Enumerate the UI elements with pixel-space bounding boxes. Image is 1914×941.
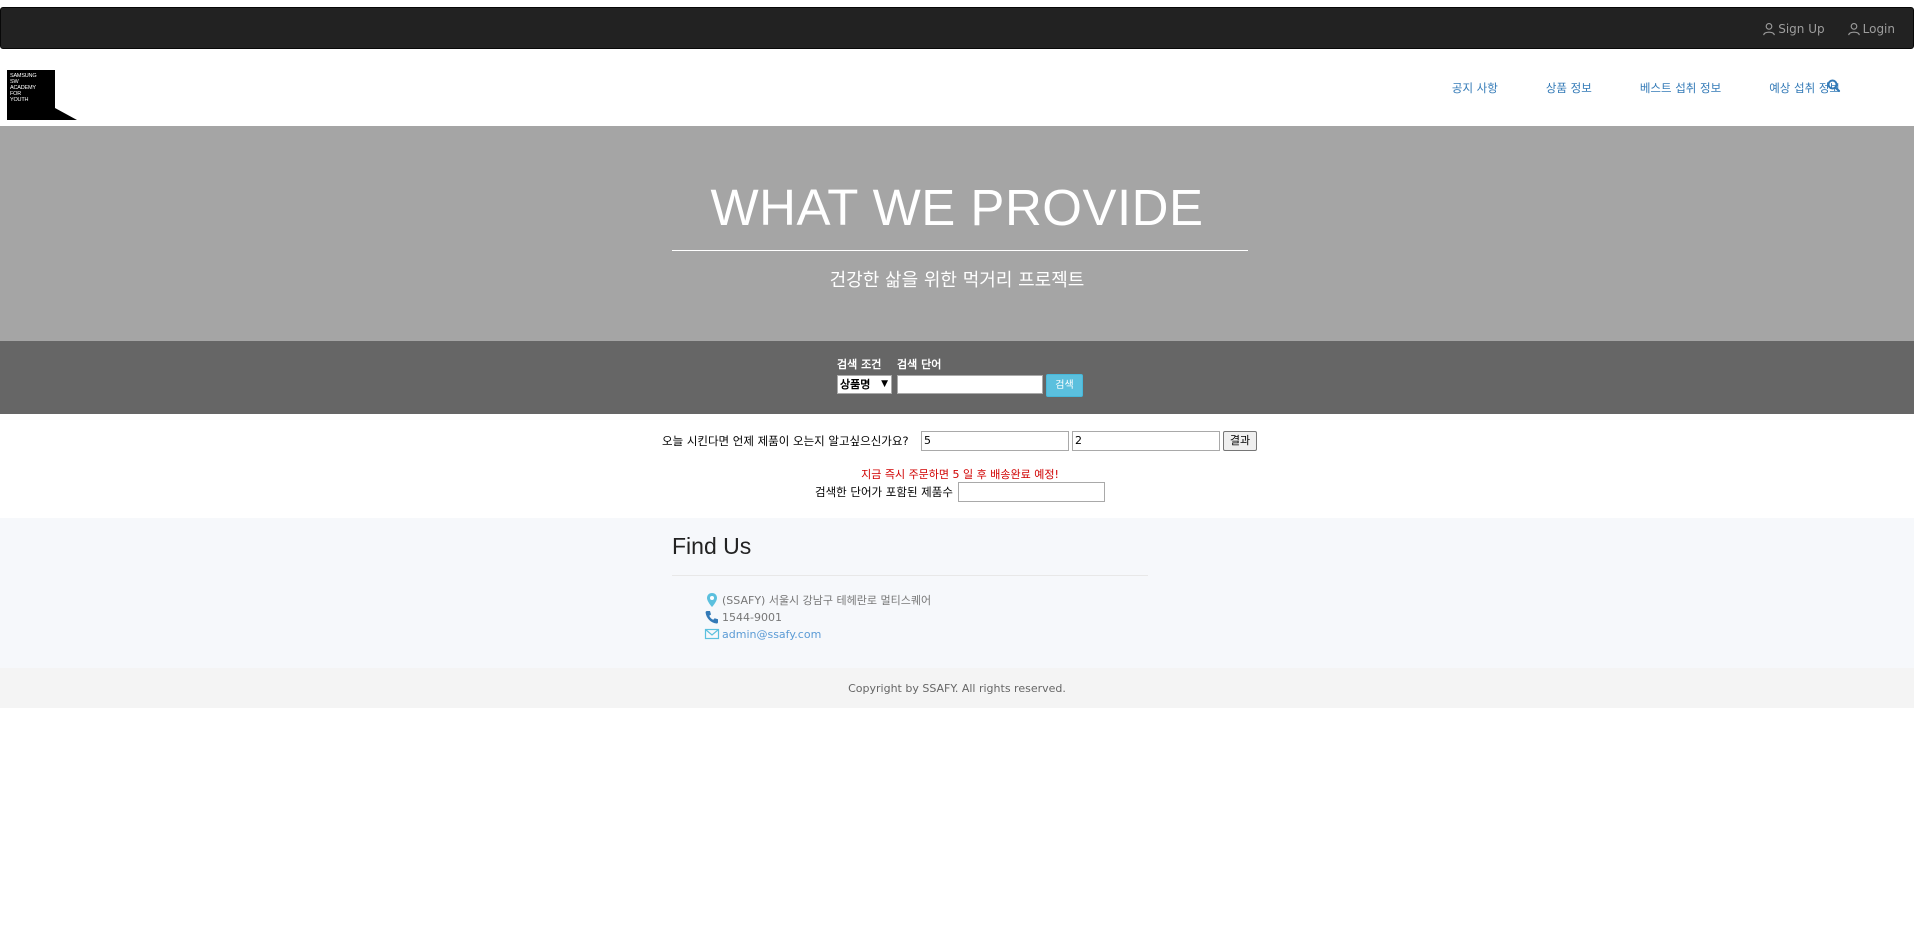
envelope-icon bbox=[704, 628, 720, 640]
main-navbar: SAMSUNG SW ACADEMY FOR YOUTH 공지 사항 상품 정보… bbox=[0, 50, 1914, 126]
nav-item-product-info[interactable]: 상품 정보 bbox=[1546, 80, 1592, 96]
phone-row: 1544-9001 bbox=[704, 609, 782, 625]
hero-divider bbox=[672, 250, 1248, 251]
login-label: Login bbox=[1862, 22, 1895, 36]
phone-text: 1544-9001 bbox=[722, 610, 782, 624]
user-icon bbox=[1847, 23, 1860, 36]
search-button[interactable]: 검색 bbox=[1046, 374, 1083, 397]
product-count-label: 검색한 단어가 포함된 제품수 bbox=[815, 485, 953, 499]
dropdown-arrow-icon: ▼ bbox=[881, 379, 888, 389]
result-button[interactable]: 결과 bbox=[1223, 431, 1257, 451]
product-count-field[interactable] bbox=[958, 482, 1105, 502]
hero-section: WHAT WE PROVIDE 건강한 삶을 위한 먹거리 프로젝트 bbox=[0, 126, 1914, 341]
login-link[interactable]: Login bbox=[1847, 22, 1895, 36]
top-links: Sign Up Login bbox=[1762, 8, 1895, 50]
delivery-question: 오늘 시킨다면 언제 제품이 오는지 알고싶으신가요? bbox=[662, 434, 909, 448]
address-text: (SSAFY) 서울시 강남구 테헤란로 멀티스퀘어 bbox=[722, 594, 932, 607]
user-icon bbox=[1763, 23, 1776, 36]
nav-item-notice[interactable]: 공지 사항 bbox=[1452, 80, 1498, 96]
search-icon[interactable] bbox=[1826, 78, 1842, 94]
find-us-title: Find Us bbox=[672, 533, 752, 559]
ssafy-logo[interactable]: SAMSUNG SW ACADEMY FOR YOUTH bbox=[7, 70, 77, 120]
email-row: admin@ssafy.com bbox=[704, 626, 821, 642]
search-keyword-input[interactable] bbox=[897, 375, 1043, 394]
logo-text: SAMSUNG SW ACADEMY FOR YOUTH bbox=[10, 73, 37, 103]
delivery-field-2[interactable]: 2 bbox=[1072, 431, 1220, 451]
signup-label: Sign Up bbox=[1778, 22, 1825, 36]
copyright-text: Copyright by SSAFY. All rights reserved. bbox=[848, 682, 1066, 695]
hero-subtitle: 건강한 삶을 위한 먹거리 프로젝트 bbox=[829, 270, 1085, 291]
delivery-estimator: 오늘 시킨다면 언제 제품이 오는지 알고싶으신가요? 5 2 결과 bbox=[0, 430, 1914, 452]
search-condition-select[interactable]: 상품명 ▼ bbox=[837, 375, 892, 394]
top-bar: Sign Up Login bbox=[0, 7, 1914, 49]
signup-link[interactable]: Sign Up bbox=[1762, 22, 1825, 36]
search-band: 검색 조건 검색 단어 상품명 ▼ 검색 bbox=[0, 341, 1914, 414]
search-condition-label: 검색 조건 bbox=[837, 358, 882, 371]
email-link[interactable]: admin@ssafy.com bbox=[722, 628, 821, 641]
search-keyword-label: 검색 단어 bbox=[897, 358, 942, 371]
delivery-field-1[interactable]: 5 bbox=[921, 431, 1069, 451]
phone-icon bbox=[705, 611, 718, 624]
find-us-section: Find Us (SSAFY) 서울시 강남구 테헤란로 멀티스퀘어 1544-… bbox=[0, 518, 1914, 668]
find-us-divider bbox=[672, 575, 1148, 576]
nav-item-best-intake[interactable]: 베스트 섭취 정보 bbox=[1640, 80, 1721, 96]
address-row: (SSAFY) 서울시 강남구 테헤란로 멀티스퀘어 bbox=[704, 592, 931, 608]
search-condition-value: 상품명 bbox=[840, 378, 871, 391]
hero-title: WHAT WE PROVIDE bbox=[710, 179, 1204, 236]
footer: Copyright by SSAFY. All rights reserved. bbox=[0, 668, 1914, 708]
delivery-result-text: 지금 즉시 주문하면 5 일 후 배송완료 예정! bbox=[861, 468, 1059, 481]
nav-menu: 공지 사항 상품 정보 베스트 섭취 정보 예상 섭취 정보 bbox=[1404, 50, 1840, 126]
map-marker-icon bbox=[707, 593, 717, 607]
